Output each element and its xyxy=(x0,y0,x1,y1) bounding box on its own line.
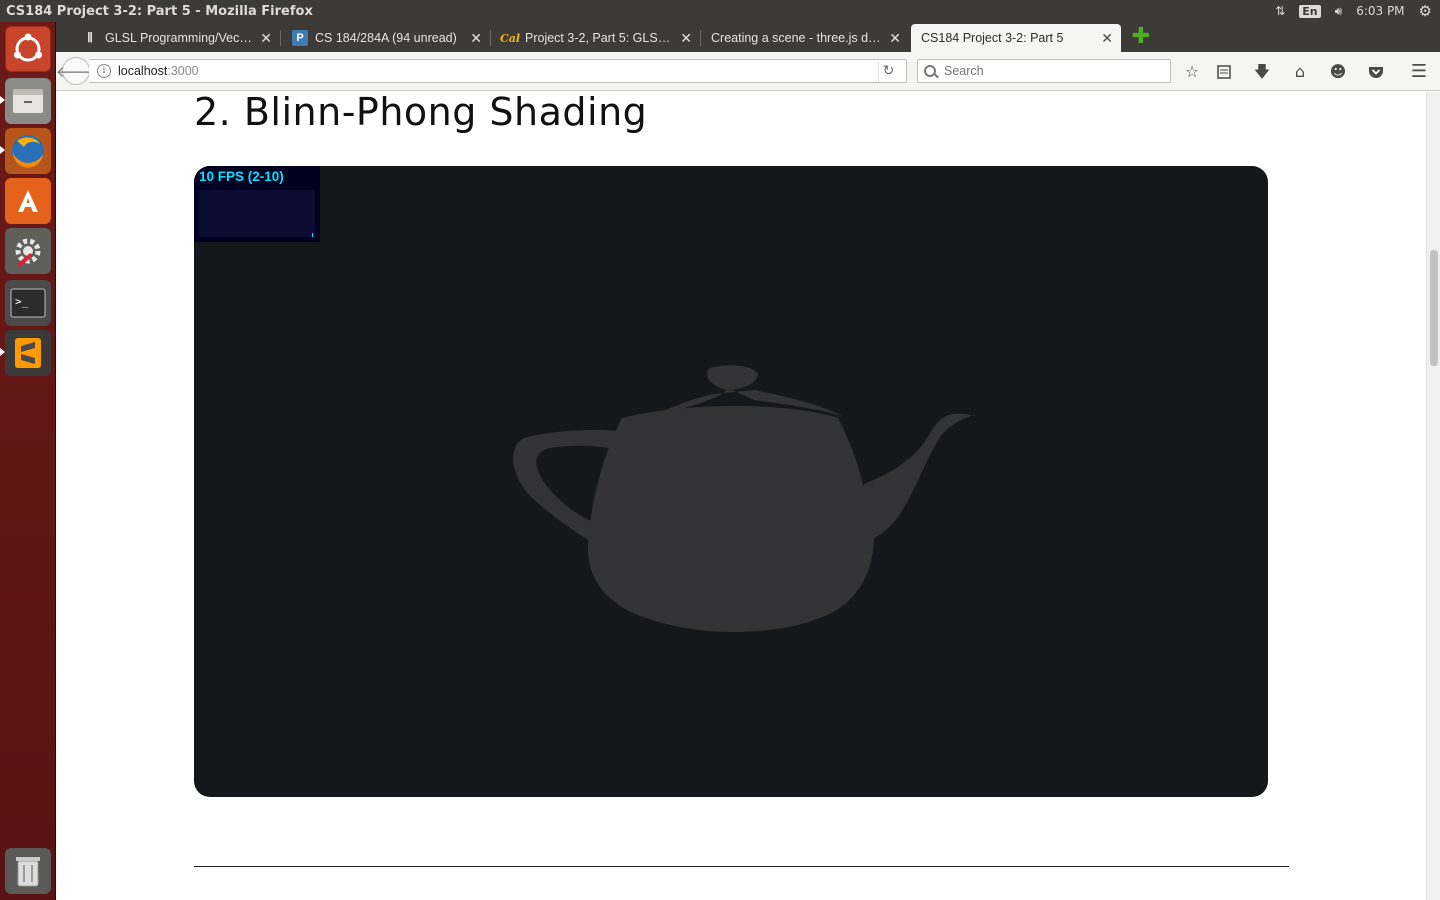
search-input[interactable] xyxy=(944,64,1144,78)
launcher-running-indicator xyxy=(0,146,5,154)
url-bar[interactable]: i localhost:3000 xyxy=(89,59,907,83)
new-tab-plus-icon[interactable]: ✚ xyxy=(1131,26,1151,48)
url-host: localhost xyxy=(118,64,168,78)
reload-icon[interactable]: ↻ xyxy=(878,62,898,82)
hamburger-menu-icon[interactable]: ☰ xyxy=(1408,61,1430,83)
keyboard-layout-indicator[interactable]: En xyxy=(1299,4,1321,18)
tab-close-icon[interactable]: ✕ xyxy=(889,30,901,47)
tab-glsl-programming[interactable]: ⫼ GLSL Programming/Vec… ✕ xyxy=(72,24,281,52)
settings-gear-icon[interactable]: ⚙ xyxy=(1419,2,1432,20)
launcher-running-indicator xyxy=(0,96,5,104)
tab-strip: ⫼ GLSL Programming/Vec… ✕ P CS 184/284A … xyxy=(56,22,1440,52)
page-content: 2. Blinn-Phong Shading 10 FPS (2-10) xyxy=(57,92,1426,900)
files-icon[interactable] xyxy=(5,78,51,124)
teapot-mesh xyxy=(513,365,976,632)
ubuntu-dash-icon[interactable] xyxy=(5,26,51,72)
tab-cs184-project-active[interactable]: CS184 Project 3-2: Part 5 ✕ xyxy=(911,24,1121,52)
search-icon xyxy=(924,65,936,77)
tab-threejs-docs[interactable]: Creating a scene - three.js d… ✕ xyxy=(701,24,909,52)
tab-separator xyxy=(490,30,491,46)
tab-piazza[interactable]: P CS 184/284A (94 unread) ✕ xyxy=(282,24,491,52)
terminal-icon[interactable]: >_ xyxy=(5,280,51,326)
fps-graph xyxy=(199,190,315,237)
pocket-icon[interactable] xyxy=(1365,61,1387,83)
system-settings-icon[interactable] xyxy=(5,228,51,274)
section-heading: 2. Blinn-Phong Shading xyxy=(194,92,648,134)
scrollbar-thumb[interactable] xyxy=(1430,250,1438,366)
bookmarks-menu-icon[interactable] xyxy=(1213,61,1235,83)
download-arrow-icon[interactable]: 🡇 xyxy=(1251,61,1273,83)
fps-stats-panel[interactable]: 10 FPS (2-10) xyxy=(194,166,320,242)
svg-text:>_: >_ xyxy=(15,295,29,308)
sublime-text-icon[interactable] xyxy=(5,330,51,376)
clock[interactable]: 6:03 PM xyxy=(1356,4,1404,18)
tab-close-icon[interactable]: ✕ xyxy=(260,30,272,47)
launcher-running-indicator xyxy=(0,348,5,356)
horizontal-rule xyxy=(194,866,1289,867)
fps-graph-bar xyxy=(312,233,313,237)
unity-launcher: >_ xyxy=(0,22,56,900)
firefox-icon[interactable] xyxy=(5,128,51,174)
tab-close-icon[interactable]: ✕ xyxy=(680,30,692,47)
window-title: CS184 Project 3-2: Part 5 - Mozilla Fire… xyxy=(6,3,313,19)
volume-icon[interactable]: 🔊︎ xyxy=(1335,4,1343,19)
url-port: :3000 xyxy=(167,64,199,78)
fps-readout: 10 FPS (2-10) xyxy=(199,169,284,184)
network-icon[interactable]: ⇅ xyxy=(1275,4,1285,18)
piazza-icon: P xyxy=(292,30,308,46)
cal-icon: Cal xyxy=(499,31,521,45)
tab-close-icon[interactable]: ✕ xyxy=(1101,30,1113,47)
bookmark-star-icon[interactable]: ☆ xyxy=(1181,61,1203,83)
back-arrow-icon[interactable]: 🡐 xyxy=(56,57,96,85)
page-scrollbar[interactable] xyxy=(1426,92,1440,900)
window-title-bar: CS184 Project 3-2: Part 5 - Mozilla Fire… xyxy=(0,0,1440,22)
wikibooks-icon: ⫼ xyxy=(87,31,93,44)
trash-icon[interactable] xyxy=(5,848,51,894)
system-indicators: ⇅ En 🔊︎ 6:03 PM ⚙ xyxy=(1275,2,1440,20)
tab-separator xyxy=(280,30,281,46)
tab-project-part5-glsl[interactable]: Cal Project 3-2, Part 5: GLS… ✕ xyxy=(492,24,701,52)
navigation-toolbar: 🡐 i localhost:3000 ↻ ☆ 🡇 ⌂ ☻ ☰ xyxy=(56,52,1440,91)
webgl-canvas[interactable]: 10 FPS (2-10) xyxy=(194,166,1268,797)
software-center-icon[interactable] xyxy=(5,178,51,224)
hello-chat-icon[interactable]: ☻ xyxy=(1327,61,1349,83)
home-icon[interactable]: ⌂ xyxy=(1289,61,1311,83)
tab-close-icon[interactable]: ✕ xyxy=(470,30,482,47)
site-info-icon[interactable]: i xyxy=(97,64,111,78)
search-bar[interactable] xyxy=(917,59,1171,83)
